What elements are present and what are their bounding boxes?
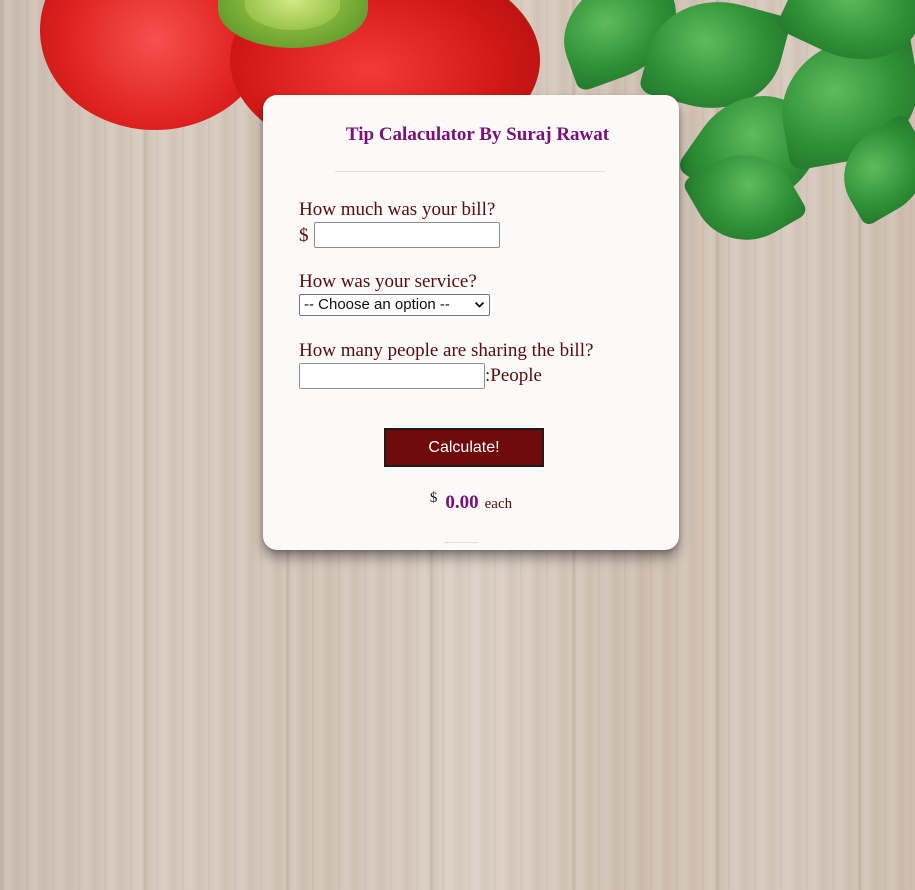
- tip-result: $ 0.00 each: [263, 490, 679, 514]
- service-question-label: How was your service?: [299, 271, 477, 292]
- people-suffix-label: :People: [485, 365, 542, 386]
- tip-calculator-card: Tip Calaculator By Suraj Rawat How much …: [263, 95, 679, 550]
- result-unit-label: each: [484, 496, 513, 512]
- bill-question-label: How much was your bill?: [299, 199, 496, 220]
- parsley-leaf: [675, 69, 835, 231]
- service-select-value: -- Choose an option --: [304, 296, 450, 313]
- bill-amount-input[interactable]: [314, 222, 500, 248]
- pepper-stem-top: [245, 0, 340, 30]
- parsley-leaf: [774, 0, 915, 83]
- bill-currency-symbol: $: [299, 225, 309, 246]
- calculate-button[interactable]: Calculate!: [384, 428, 544, 467]
- people-count-input[interactable]: [299, 363, 485, 389]
- parsley-leaf: [547, 0, 693, 93]
- result-currency-symbol: $: [429, 490, 438, 506]
- parsley-leaf: [681, 134, 809, 261]
- red-pepper-image: [40, 0, 270, 130]
- people-question-label: How many people are sharing the bill?: [299, 340, 594, 361]
- parsley-leaf: [826, 112, 915, 228]
- tip-amount: 0.00: [445, 492, 479, 513]
- bottom-divider: [444, 542, 478, 543]
- parsley-leaf: [770, 28, 915, 172]
- page-title: Tip Calaculator By Suraj Rawat: [345, 124, 610, 145]
- service-select[interactable]: -- Choose an option --: [299, 294, 490, 316]
- pepper-stem: [218, 0, 368, 48]
- title-divider: [335, 171, 605, 172]
- chevron-down-icon: [474, 301, 485, 308]
